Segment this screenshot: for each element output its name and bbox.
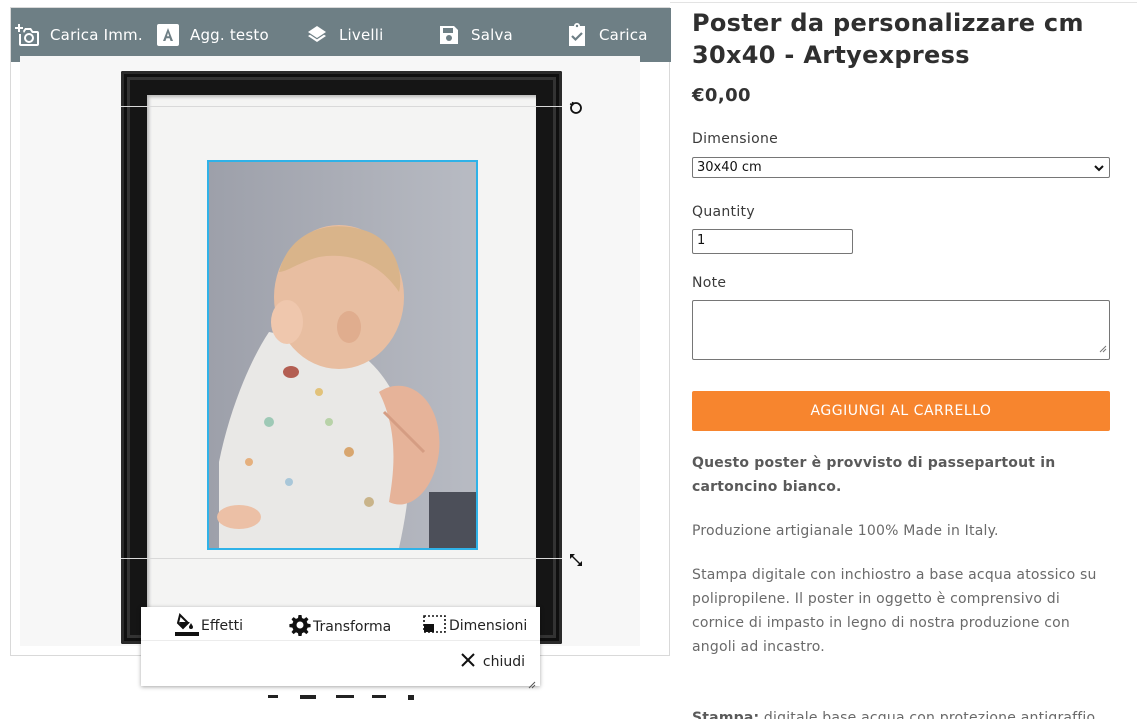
layers-icon: [304, 22, 330, 48]
quantity-input[interactable]: 1: [692, 229, 853, 254]
rotate-handle-icon[interactable]: [567, 99, 585, 117]
layers-button[interactable]: Livelli: [304, 8, 384, 62]
upload-image-button[interactable]: Carica Imm.: [15, 8, 143, 62]
tab-transforma[interactable]: Transforma: [289, 614, 391, 640]
close-label: chiudi: [482, 654, 525, 670]
resize-icon: [423, 614, 449, 638]
tab-dimensioni[interactable]: Dimensioni: [423, 614, 527, 638]
clipboard-check-icon: [564, 22, 590, 48]
close-icon: [461, 653, 483, 671]
gear-icon: [289, 614, 313, 640]
product-title: Poster da personalizzare cm 30x40 - Arty…: [692, 9, 1084, 69]
tab-label: Dimensioni: [449, 618, 528, 634]
toolbar-label: Livelli: [339, 26, 384, 44]
tab-label: Transforma: [313, 619, 392, 635]
uploaded-photo[interactable]: [207, 160, 478, 550]
chevron-down-icon: [1093, 162, 1105, 178]
page: Carica Imm. Agg. testo Livelli Salva Car…: [0, 0, 1137, 719]
dimension-select[interactable]: 30x40 cm: [692, 157, 1110, 178]
toolbar-label: Carica Imm.: [50, 26, 143, 44]
description-term: Stampa:: [692, 710, 760, 719]
description-paragraph: Produzione artigianale 100% Made in Ital…: [692, 523, 999, 539]
resize-handle-icon[interactable]: [567, 551, 585, 569]
load-button[interactable]: Carica: [564, 8, 648, 62]
close-panel-button[interactable]: chiudi: [461, 653, 525, 671]
edit-panel: Effetti Transforma Dimensioni chiudi: [141, 607, 540, 689]
editor-toolbar: Carica Imm. Agg. testo Livelli Salva Car…: [11, 8, 671, 62]
note-label: Note: [692, 275, 727, 291]
add-photo-icon: [15, 22, 41, 48]
hidden-toolbar-icons: [268, 686, 428, 700]
save-button[interactable]: Salva: [436, 8, 513, 62]
add-text-button[interactable]: Agg. testo: [155, 8, 269, 62]
panel-tabs: Effetti Transforma Dimensioni: [141, 607, 540, 641]
description-highlight: Questo poster è provvisto di passepartou…: [692, 455, 1056, 495]
description-paragraph: Stampa digitale con inchiostro a base ac…: [692, 567, 1097, 655]
divider: [670, 2, 1137, 3]
selection-guide-top: [121, 106, 562, 107]
save-icon: [436, 22, 462, 48]
dimension-value: 30x40 cm: [697, 160, 762, 175]
tab-effetti[interactable]: Effetti: [175, 611, 243, 641]
note-textarea[interactable]: [692, 300, 1110, 360]
toolbar-label: Agg. testo: [190, 26, 269, 44]
add-to-cart-button[interactable]: AGGIUNGI AL CARRELLO: [692, 391, 1110, 431]
textarea-resize-icon[interactable]: [1099, 338, 1107, 357]
text-icon: [155, 22, 181, 48]
selection-guide-bottom: [121, 558, 562, 559]
toolbar-label: Salva: [471, 26, 513, 44]
paint-bucket-icon: [175, 611, 201, 641]
panel-resize-grip-icon[interactable]: [528, 674, 536, 689]
quantity-label: Quantity: [692, 204, 755, 220]
description-paragraph: Stampa: digitale base acqua con protezio…: [692, 706, 1112, 719]
tab-label: Effetti: [201, 618, 243, 634]
dimension-label: Dimensione: [692, 131, 779, 147]
toolbar-label: Carica: [599, 26, 648, 44]
product-price: €0,00: [692, 85, 751, 106]
